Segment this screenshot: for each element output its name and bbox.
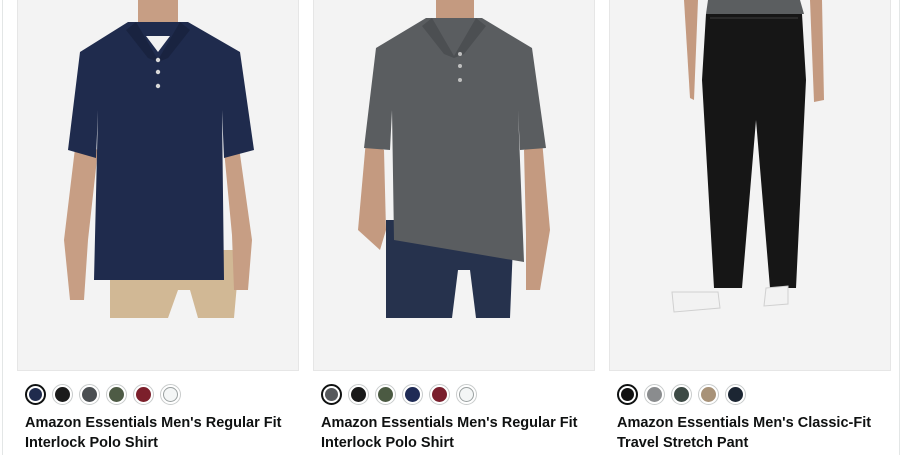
swatch-color-dot xyxy=(29,388,42,401)
color-swatch[interactable] xyxy=(79,384,100,405)
product-card[interactable]: Amazon Essentials Men's Regular Fit Inte… xyxy=(313,0,595,455)
product-image[interactable] xyxy=(17,0,299,371)
product-title-link[interactable]: Amazon Essentials Men's Regular Fit Inte… xyxy=(321,413,591,453)
color-swatch[interactable] xyxy=(25,384,46,405)
color-swatch[interactable] xyxy=(160,384,181,405)
color-swatch[interactable] xyxy=(321,384,342,405)
color-swatch[interactable] xyxy=(698,384,719,405)
color-swatch[interactable] xyxy=(402,384,423,405)
color-swatches xyxy=(321,384,477,405)
polo-shirt-illustration xyxy=(314,0,594,370)
color-swatch[interactable] xyxy=(617,384,638,405)
pants-illustration xyxy=(610,0,890,370)
product-title-link[interactable]: Amazon Essentials Men's Classic-Fit Trav… xyxy=(617,413,887,453)
color-swatches xyxy=(25,384,181,405)
product-card[interactable]: Amazon Essentials Men's Regular Fit Inte… xyxy=(17,0,299,455)
color-swatch[interactable] xyxy=(375,384,396,405)
swatch-color-dot xyxy=(378,387,393,402)
color-swatch[interactable] xyxy=(133,384,154,405)
swatch-color-dot xyxy=(325,388,338,401)
color-swatch[interactable] xyxy=(725,384,746,405)
swatch-color-dot xyxy=(701,387,716,402)
swatch-color-dot xyxy=(136,387,151,402)
color-swatch[interactable] xyxy=(644,384,665,405)
swatch-color-dot xyxy=(405,387,420,402)
swatch-color-dot xyxy=(647,387,662,402)
color-swatch[interactable] xyxy=(456,384,477,405)
next-card-border xyxy=(899,0,900,455)
swatch-color-dot xyxy=(55,387,70,402)
product-image[interactable] xyxy=(609,0,891,371)
color-swatch[interactable] xyxy=(52,384,73,405)
product-card[interactable]: Amazon Essentials Men's Classic-Fit Trav… xyxy=(609,0,891,455)
color-swatch[interactable] xyxy=(671,384,692,405)
swatch-color-dot xyxy=(432,387,447,402)
color-swatch[interactable] xyxy=(348,384,369,405)
swatch-color-dot xyxy=(621,388,634,401)
swatch-color-dot xyxy=(163,387,178,402)
swatch-color-dot xyxy=(728,387,743,402)
color-swatches xyxy=(617,384,746,405)
product-title-link[interactable]: Amazon Essentials Men's Regular Fit Inte… xyxy=(25,413,295,453)
swatch-color-dot xyxy=(351,387,366,402)
color-swatch[interactable] xyxy=(106,384,127,405)
color-swatch[interactable] xyxy=(429,384,450,405)
polo-shirt-illustration xyxy=(18,0,298,370)
swatch-color-dot xyxy=(109,387,124,402)
swatch-color-dot xyxy=(82,387,97,402)
swatch-color-dot xyxy=(459,387,474,402)
prev-card-border xyxy=(2,0,3,455)
swatch-color-dot xyxy=(674,387,689,402)
product-image[interactable] xyxy=(313,0,595,371)
